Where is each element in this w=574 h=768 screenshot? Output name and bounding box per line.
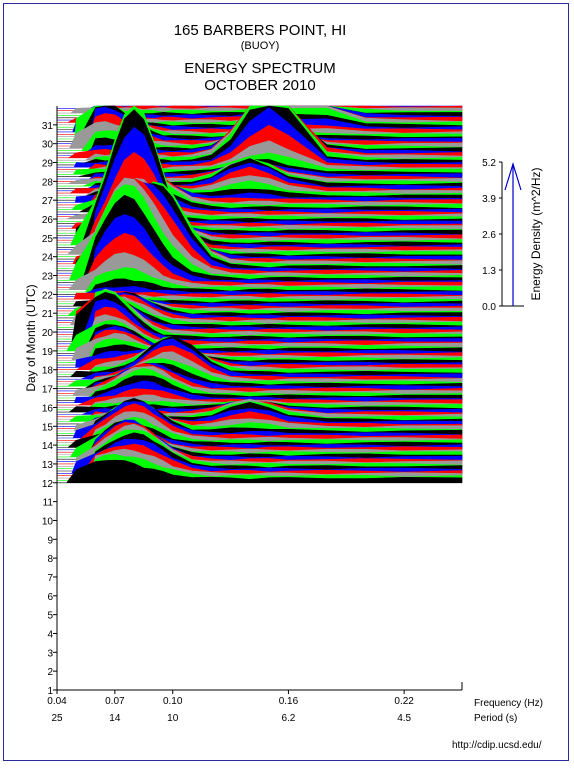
- period-tick-label: 14: [109, 713, 121, 724]
- y-axis-label: Day of Month (UTC): [24, 284, 38, 391]
- y-tick-label: 14: [42, 441, 54, 452]
- period-tick-label: 4.5: [397, 713, 411, 724]
- x-tick-label: 0.07: [105, 696, 125, 707]
- energy-scale: 0.0 1.3 2.6 3.9 5.2 Energy Density (m^2/Hz): [482, 158, 543, 313]
- scale-tick-label: 5.2: [482, 158, 496, 169]
- scale-tick-label: 0.0: [482, 302, 496, 313]
- x-tick-label: 0.16: [279, 696, 299, 707]
- period-tick-label: 6.2: [281, 713, 295, 724]
- y-tick-label: 21: [42, 309, 54, 320]
- plot-area: [57, 105, 463, 484]
- y-tick-label: 2: [47, 667, 53, 678]
- scale-tick-label: 2.6: [482, 230, 496, 241]
- y-tick-label: 22: [42, 290, 54, 301]
- y-tick-label: 18: [42, 366, 54, 377]
- y-tick-label: 10: [42, 516, 54, 527]
- y-tick-label: 11: [43, 498, 54, 509]
- y-tick-label: 19: [42, 347, 54, 358]
- y-tick-label: 15: [42, 422, 54, 433]
- scale-tick-label: 1.3: [482, 266, 496, 277]
- y-tick-label: 16: [42, 403, 54, 414]
- y-tick-label: 12: [42, 479, 54, 490]
- period-tick-label: 10: [167, 713, 179, 724]
- y-tick-label: 3: [47, 648, 53, 659]
- y-tick-label: 13: [42, 460, 54, 471]
- y-tick-label: 27: [42, 196, 54, 207]
- y-tick-label: 5: [47, 611, 53, 622]
- x-tick-label: 0.22: [394, 696, 414, 707]
- y-tick-label: 17: [42, 385, 54, 396]
- y-tick-label: 8: [47, 554, 53, 565]
- y-tick-label: 26: [42, 215, 54, 226]
- y-tick-label: 29: [42, 159, 54, 170]
- y-tick-label: 9: [47, 535, 53, 546]
- y-tick-label: 23: [42, 272, 54, 283]
- x-tick-label: 0.04: [47, 696, 67, 707]
- x-axis-label: Frequency (Hz): [474, 698, 543, 709]
- y-tick-label: 6: [47, 592, 53, 603]
- period-tick-label: 25: [51, 713, 63, 724]
- source-url[interactable]: http://cdip.ucsd.edu/: [452, 740, 542, 751]
- y-tick-label: 24: [42, 253, 54, 264]
- y-tick-label: 31: [42, 121, 54, 132]
- y-tick-label: 28: [42, 177, 54, 188]
- y-tick-label: 4: [47, 629, 53, 640]
- y-tick-label: 20: [42, 328, 54, 339]
- y-tick-label: 7: [47, 573, 53, 584]
- x-tick-label: 0.10: [163, 696, 183, 707]
- y-tick-label: 25: [42, 234, 54, 245]
- period-axis-label: Period (s): [474, 713, 517, 724]
- scale-label: Energy Density (m^2/Hz): [529, 168, 543, 301]
- spectrum-chart: 1234567891011121314151617181920212223242…: [24, 105, 543, 724]
- y-tick-label: 30: [42, 140, 54, 151]
- scale-tick-label: 3.9: [482, 194, 496, 205]
